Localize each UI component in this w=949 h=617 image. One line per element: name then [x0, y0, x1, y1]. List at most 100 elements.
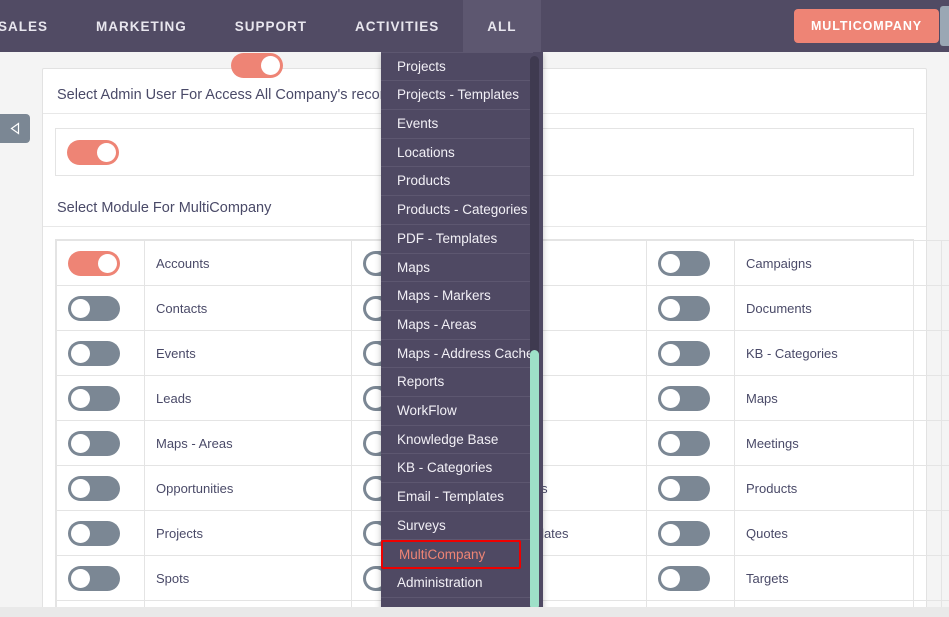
module-toggle-cell: [646, 555, 735, 601]
dropdown-item-maps[interactable]: Maps: [381, 254, 533, 283]
module-toggle-cell: [941, 420, 949, 466]
dropdown-item-kb-categories[interactable]: KB - Categories: [381, 454, 533, 483]
nav-item-sales[interactable]: SALES: [0, 0, 72, 52]
toggle-knob: [71, 523, 90, 543]
dropdown-item-events[interactable]: Events: [381, 110, 533, 139]
toggle-knob: [661, 478, 680, 498]
module-label-cell: Contacts: [144, 285, 352, 331]
module-toggle[interactable]: [68, 250, 120, 276]
module-label-cell: Products: [734, 465, 942, 511]
module-toggle[interactable]: [68, 430, 120, 456]
module-toggle[interactable]: [658, 295, 710, 321]
all-menu-dropdown[interactable]: TargetsProjectsProjects - TemplatesEvent…: [381, 52, 543, 617]
sidebar-collapse-button[interactable]: [0, 114, 30, 143]
module-toggle[interactable]: [658, 385, 710, 411]
module-label-cell: Campaigns: [734, 240, 942, 286]
module-toggle-cell: [56, 465, 145, 511]
module-toggle-cell: [646, 240, 735, 286]
nav-item-support[interactable]: SUPPORT: [211, 0, 331, 52]
toggle-knob: [661, 433, 680, 453]
module-toggle[interactable]: [658, 475, 710, 501]
module-toggle-cell: [56, 555, 145, 601]
dropdown-item-pdf-templates[interactable]: PDF - Templates: [381, 225, 533, 254]
nav-item-list: SALES MARKETING SUPPORT ACTIVITIES ALL: [0, 0, 541, 52]
dropdown-item-reports[interactable]: Reports: [381, 368, 533, 397]
module-toggle-cell: [646, 420, 735, 466]
module-toggle-cell: [56, 285, 145, 331]
dropdown-scrollbar-thumb[interactable]: [530, 350, 539, 610]
module-toggle-cell: [56, 330, 145, 376]
toggle-knob: [661, 523, 680, 543]
module-toggle-cell: [941, 285, 949, 331]
topbar-actions: MULTICOMPANY: [793, 0, 949, 52]
toggle-knob: [71, 568, 90, 588]
nav-item-all[interactable]: ALL: [463, 0, 541, 52]
toggle-knob: [661, 253, 680, 273]
floating-toggle-wrapper: [231, 53, 283, 78]
dropdown-item-products-categories[interactable]: Products - Categories: [381, 196, 533, 225]
module-toggle-cell: [941, 465, 949, 511]
nav-item-marketing[interactable]: MARKETING: [72, 0, 211, 52]
module-label-cell: Maps - Areas: [144, 420, 352, 466]
dropdown-item-products[interactable]: Products: [381, 167, 533, 197]
toggle-knob: [71, 433, 90, 453]
toggle-knob: [661, 388, 680, 408]
dropdown-item-maps-areas[interactable]: Maps - Areas: [381, 311, 533, 340]
bottom-strip: [0, 607, 949, 617]
dropdown-item-knowledge-base[interactable]: Knowledge Base: [381, 426, 533, 455]
module-label-cell: Spots: [144, 555, 352, 601]
top-navigation-bar: SALES MARKETING SUPPORT ACTIVITIES ALL MULTI…: [0, 0, 949, 52]
module-toggle-cell: [56, 240, 145, 286]
module-label-cell: Maps: [734, 375, 942, 421]
toggle-knob: [71, 388, 90, 408]
module-toggle-cell: [646, 510, 735, 556]
dropdown-item-maps-markers[interactable]: Maps - Markers: [381, 282, 533, 311]
module-toggle-cell: [56, 420, 145, 466]
module-toggle-cell: [646, 285, 735, 331]
module-toggle[interactable]: [658, 430, 710, 456]
module-label-cell: Opportunities: [144, 465, 352, 511]
toggle-knob: [71, 478, 90, 498]
dropdown-item-projects-templates[interactable]: Projects - Templates: [381, 81, 533, 111]
right-edge-handle[interactable]: [940, 6, 949, 46]
module-toggle-cell: [941, 240, 949, 286]
module-label-cell: Accounts: [144, 240, 352, 286]
module-label-cell: Events: [144, 330, 352, 376]
nav-item-activities[interactable]: ACTIVITIES: [331, 0, 463, 52]
module-toggle[interactable]: [68, 385, 120, 411]
admin-access-toggle[interactable]: [67, 139, 119, 165]
toggle-knob: [661, 343, 680, 363]
module-toggle[interactable]: [68, 520, 120, 546]
module-toggle[interactable]: [68, 475, 120, 501]
toggle-knob: [71, 343, 90, 363]
toggle-knob: [661, 568, 680, 588]
multicompany-button[interactable]: MULTICOMPANY: [793, 9, 939, 43]
app-root: SALES MARKETING SUPPORT ACTIVITIES ALL MULTI…: [0, 0, 949, 617]
dropdown-item-workflow[interactable]: WorkFlow: [381, 397, 533, 426]
module-toggle-cell: [56, 375, 145, 421]
dropdown-item-list: TargetsProjectsProjects - TemplatesEvent…: [381, 52, 534, 598]
dropdown-item-surveys[interactable]: Surveys: [381, 512, 533, 541]
module-toggle-cell: [941, 375, 949, 421]
module-toggle-cell: [941, 330, 949, 376]
module-toggle[interactable]: [68, 340, 120, 366]
module-label-cell: Targets: [734, 555, 942, 601]
dropdown-item-multicompany[interactable]: MultiCompany: [381, 540, 521, 570]
dropdown-item-locations[interactable]: Locations: [381, 139, 533, 168]
caret-left-icon: [9, 122, 19, 135]
module-toggle[interactable]: [68, 295, 120, 321]
module-toggle[interactable]: [658, 250, 710, 276]
floating-enable-toggle[interactable]: [231, 53, 283, 78]
dropdown-item-projects[interactable]: Projects: [381, 53, 533, 82]
module-toggle[interactable]: [68, 565, 120, 591]
dropdown-item-administration[interactable]: Administration: [381, 569, 533, 598]
toggle-knob: [98, 253, 117, 273]
module-label-cell: KB - Categories: [734, 330, 942, 376]
module-toggle[interactable]: [658, 340, 710, 366]
dropdown-item-email-templates[interactable]: Email - Templates: [381, 483, 533, 512]
module-toggle-cell: [941, 510, 949, 556]
dropdown-item-maps-address-cache[interactable]: Maps - Address Cache: [381, 340, 534, 369]
module-toggle[interactable]: [658, 565, 710, 591]
module-toggle-cell: [646, 375, 735, 421]
module-toggle[interactable]: [658, 520, 710, 546]
